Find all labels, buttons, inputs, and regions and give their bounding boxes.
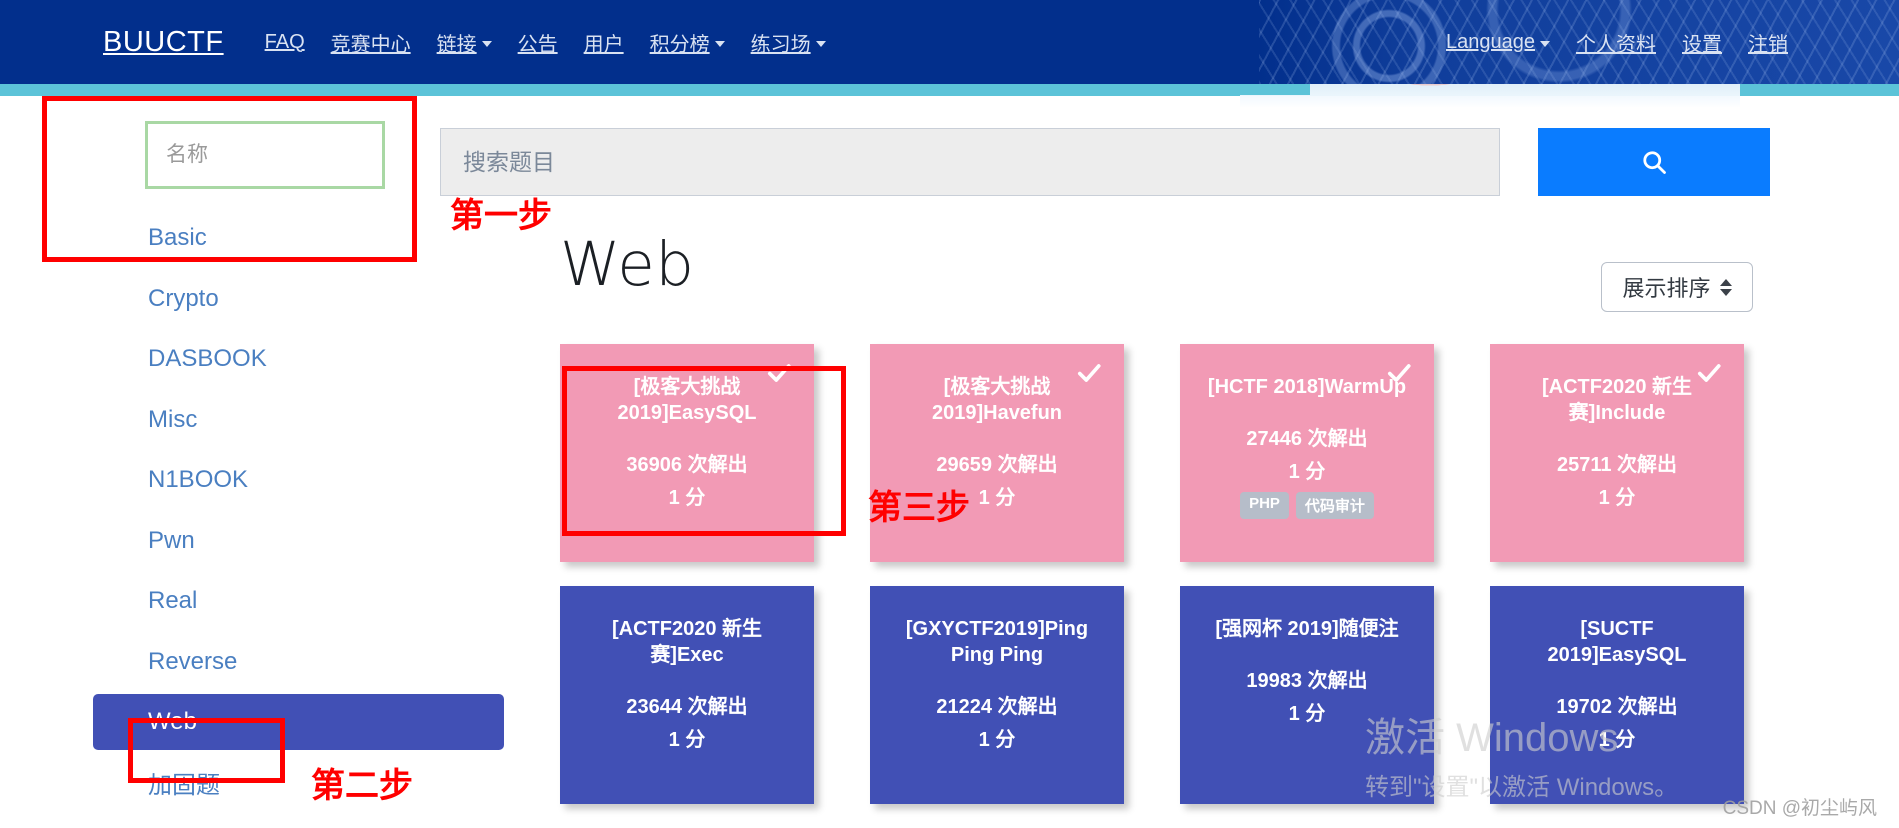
category-sidebar: Basic Crypto DASBOOK Misc N1BOOK Pwn Rea… xyxy=(0,96,504,828)
challenge-points: 1 分 xyxy=(668,487,706,509)
search-button[interactable] xyxy=(1538,128,1770,196)
search-input[interactable] xyxy=(440,128,1500,196)
challenge-points: 1 分 xyxy=(1598,487,1636,509)
challenge-points: 1 分 xyxy=(978,487,1016,509)
nav-item-language[interactable]: Language xyxy=(1433,31,1563,54)
challenge-card[interactable]: [ACTF2020 新生赛]Include 25711 次解出 1 分 xyxy=(1490,344,1744,562)
sidebar-item-label: Pwn xyxy=(148,526,195,554)
nav-item-label: 注销 xyxy=(1748,33,1788,56)
sidebar-item-label: 加固题 xyxy=(148,772,220,800)
challenge-card[interactable]: [极客大挑战 2019]Havefun 29659 次解出 1 分 xyxy=(870,344,1124,562)
challenge-tag[interactable]: PHP xyxy=(1240,492,1289,519)
sort-select-label: 展示排序 xyxy=(1622,276,1711,301)
sidebar-item-real[interactable]: Real xyxy=(0,571,430,632)
category-filter-input[interactable] xyxy=(145,121,385,189)
challenge-tag[interactable]: 代码审计 xyxy=(1295,492,1374,519)
nav-item-label: 个人资料 xyxy=(1576,33,1656,56)
sidebar-item-web[interactable]: Web xyxy=(0,692,504,753)
sidebar-item-label: Reverse xyxy=(148,647,238,675)
challenge-points: 1 分 xyxy=(668,729,706,751)
nav-item-scoreboard[interactable]: 积分榜 xyxy=(637,28,738,57)
chevron-down-icon xyxy=(1540,40,1550,47)
sort-select[interactable]: 展示排序 xyxy=(1601,262,1753,312)
challenge-card[interactable]: [GXYCTF2019]Ping Ping Ping 21224 次解出 1 分 xyxy=(870,586,1124,804)
search-toolbar xyxy=(430,96,1899,206)
challenge-title: [ACTF2020 新生赛]Exec xyxy=(611,618,763,666)
chevron-down-icon xyxy=(481,40,492,47)
nav-item-label: 设置 xyxy=(1682,33,1722,56)
sidebar-item-pwn[interactable]: Pwn xyxy=(0,511,430,572)
sidebar-item-label: Real xyxy=(148,587,198,615)
challenge-solves: 19983 次解出 xyxy=(1246,670,1368,692)
search-icon xyxy=(1643,151,1666,174)
page-root: BUUCTF FAQ 竞赛中心 链接 公告 用户 积分榜 练习场 Languag… xyxy=(0,0,1899,828)
challenge-card[interactable]: [强网杯 2019]随便注 19983 次解出 1 分 xyxy=(1180,586,1434,804)
nav-item-contest-center[interactable]: 竞赛中心 xyxy=(318,28,424,57)
challenge-solves: 25711 次解出 xyxy=(1556,454,1678,476)
sidebar-item-label: Web xyxy=(148,708,197,736)
challenge-grid: [极客大挑战 2019]EasySQL 36906 次解出 1 分 [极客大挑战… xyxy=(560,344,1803,804)
top-navbar: BUUCTF FAQ 竞赛中心 链接 公告 用户 积分榜 练习场 Languag… xyxy=(0,0,1899,84)
nav-item-announcements[interactable]: 公告 xyxy=(505,28,571,57)
challenge-tags: PHP 代码审计 xyxy=(1194,492,1420,519)
sidebar-item-label: N1BOOK xyxy=(148,466,249,494)
sidebar-item-hardening[interactable]: 加固题 xyxy=(0,753,430,814)
nav-item-faq[interactable]: FAQ xyxy=(252,31,318,54)
challenge-title: [GXYCTF2019]Ping Ping Ping xyxy=(905,618,1089,666)
challenge-points: 1 分 xyxy=(978,729,1016,751)
sidebar-item-dasbook[interactable]: DASBOOK xyxy=(0,329,430,390)
sidebar-item-basic[interactable]: Basic xyxy=(0,208,430,269)
nav-item-label: 练习场 xyxy=(750,33,811,56)
nav-item-label: 用户 xyxy=(583,33,624,56)
nav-item-label: FAQ xyxy=(264,30,305,53)
navbar-right-group: Language 个人资料 设置 注销 xyxy=(1433,0,1801,84)
nav-item-links[interactable]: 链接 xyxy=(424,28,505,57)
brand-logo[interactable]: BUUCTF xyxy=(103,26,224,59)
sidebar-item-crypto[interactable]: Crypto xyxy=(0,269,430,330)
nav-item-label: 链接 xyxy=(436,33,477,56)
challenge-title: [强网杯 2019]随便注 xyxy=(1215,618,1399,640)
nav-item-label: Language xyxy=(1446,30,1535,53)
challenge-card[interactable]: [SUCTF 2019]EasySQL 19702 次解出 1 分 xyxy=(1490,586,1744,804)
nav-item-logout[interactable]: 注销 xyxy=(1735,28,1801,57)
check-icon xyxy=(1697,364,1721,382)
challenge-points: 1 分 xyxy=(1288,703,1326,725)
sidebar-item-label: DASBOOK xyxy=(148,345,267,373)
challenge-solves: 23644 次解出 xyxy=(626,696,748,718)
sidebar-item-n1book[interactable]: N1BOOK xyxy=(0,450,430,511)
nav-item-practice[interactable]: 练习场 xyxy=(738,28,839,57)
category-filter-wrap xyxy=(145,121,385,189)
sidebar-item-label: Crypto xyxy=(148,284,219,312)
challenge-title: [SUCTF 2019]EasySQL xyxy=(1547,618,1687,666)
chevron-down-icon xyxy=(815,40,826,47)
challenge-points: 1 分 xyxy=(1598,729,1636,751)
nav-item-profile[interactable]: 个人资料 xyxy=(1563,28,1669,57)
sidebar-item-label: Misc xyxy=(148,405,198,433)
navbar-left-group: BUUCTF FAQ 竞赛中心 链接 公告 用户 积分榜 练习场 xyxy=(103,0,839,84)
nav-item-label: 竞赛中心 xyxy=(330,33,411,56)
check-icon xyxy=(767,364,791,382)
nav-item-users[interactable]: 用户 xyxy=(571,28,637,57)
category-list: Basic Crypto DASBOOK Misc N1BOOK Pwn Rea… xyxy=(0,208,504,814)
sidebar-item-label: Basic xyxy=(148,224,207,252)
sidebar-item-reverse[interactable]: Reverse xyxy=(0,632,430,693)
challenge-solves: 27446 次解出 xyxy=(1246,428,1368,450)
nav-item-label: 公告 xyxy=(517,33,558,56)
nav-item-settings[interactable]: 设置 xyxy=(1669,28,1735,57)
check-icon xyxy=(1077,364,1101,382)
challenge-solves: 19702 次解出 xyxy=(1556,696,1678,718)
challenge-points: 1 分 xyxy=(1288,461,1326,483)
chevron-down-icon xyxy=(714,40,725,47)
sidebar-item-misc[interactable]: Misc xyxy=(0,390,430,451)
challenge-card[interactable]: [HCTF 2018]WarmUp 27446 次解出 1 分 PHP 代码审计 xyxy=(1180,344,1434,562)
challenge-solves: 21224 次解出 xyxy=(936,696,1058,718)
up-down-arrow-icon xyxy=(1719,278,1732,296)
challenge-solves: 36906 次解出 xyxy=(626,454,748,476)
challenge-card[interactable]: [极客大挑战 2019]EasySQL 36906 次解出 1 分 xyxy=(560,344,814,562)
nav-item-label: 积分榜 xyxy=(649,33,710,56)
page-title: Web xyxy=(560,229,695,300)
challenge-card[interactable]: [ACTF2020 新生赛]Exec 23644 次解出 1 分 xyxy=(560,586,814,804)
check-icon xyxy=(1387,364,1411,382)
challenge-solves: 29659 次解出 xyxy=(936,454,1058,476)
